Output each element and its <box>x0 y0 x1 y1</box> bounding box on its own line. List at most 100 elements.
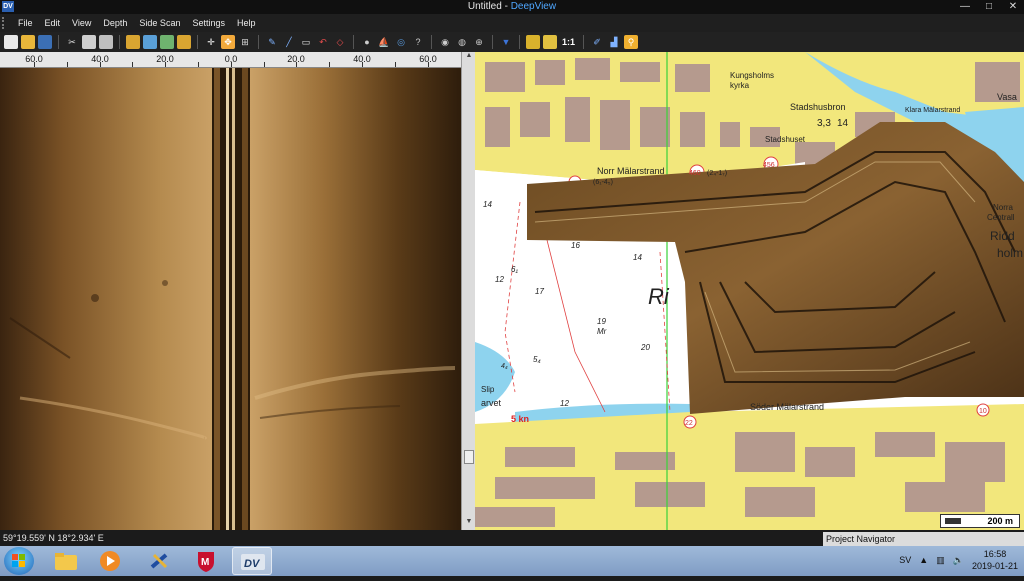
paste-icon[interactable] <box>99 35 113 49</box>
globe-icon[interactable]: ◍ <box>455 35 469 49</box>
tool-taskbar-button[interactable] <box>140 547 180 575</box>
toolbar-separator <box>519 35 520 49</box>
world-icon[interactable]: ⊕ <box>472 35 486 49</box>
map-label-ri: Ri <box>648 284 670 309</box>
toolbar-separator <box>119 35 120 49</box>
fit-page-icon[interactable] <box>543 35 557 49</box>
pencil-icon[interactable]: ✎ <box>265 35 279 49</box>
ruler-icon[interactable]: ✐ <box>590 35 604 49</box>
copy-icon[interactable] <box>82 35 96 49</box>
crosshair-icon[interactable]: ✛ <box>204 35 218 49</box>
map-label-holm: holm <box>997 246 1023 260</box>
scroll-down-icon[interactable]: ▼ <box>462 518 476 530</box>
map-label-mr: Mr <box>597 327 607 336</box>
network-icon[interactable]: ▥ <box>936 555 945 566</box>
project-navigator-tab[interactable]: Project Navigator <box>823 532 1024 546</box>
maximize-icon[interactable]: □ <box>982 0 996 14</box>
menu-file[interactable]: File <box>12 18 39 28</box>
title-prefix: Untitled - <box>467 1 511 12</box>
zoom-one-to-one-button[interactable]: 1:1 <box>560 37 577 47</box>
menu-bar: File Edit View Depth Side Scan Settings … <box>0 14 1024 32</box>
menu-view[interactable]: View <box>66 18 97 28</box>
new-file-icon[interactable] <box>4 35 18 49</box>
pan-icon[interactable]: ✥ <box>221 35 235 49</box>
undo-icon[interactable]: ↶ <box>316 35 330 49</box>
toolbar-separator <box>492 35 493 49</box>
scrollbar-thumb[interactable] <box>464 450 474 464</box>
save-icon[interactable] <box>38 35 52 49</box>
map-depth-20: 20 <box>640 343 650 352</box>
triangle-down-icon[interactable]: ▼ <box>499 35 513 49</box>
map-label-centrall: Centrall <box>987 213 1015 222</box>
map-depth-19: 19 <box>597 317 606 326</box>
system-tray: SV ▲ ▥ 🔈 16:58 2019-01-21 <box>899 548 1018 572</box>
rectangle-icon[interactable]: ▭ <box>299 35 313 49</box>
map-label-norra: Norra <box>993 203 1014 212</box>
vertical-scrollbar[interactable]: ▲ ▼ <box>461 52 475 530</box>
menu-settings[interactable]: Settings <box>186 18 231 28</box>
map-label-slip: Slip <box>481 385 495 394</box>
map-depth-6: 6₁ <box>511 265 518 274</box>
language-indicator[interactable]: SV <box>899 555 911 565</box>
start-button[interactable] <box>4 547 34 575</box>
mcafee-taskbar-button[interactable]: M <box>186 547 226 575</box>
layer-icon[interactable] <box>126 35 140 49</box>
map-depth-16: 16 <box>571 241 580 250</box>
clock[interactable]: 16:58 2019-01-21 <box>972 548 1018 572</box>
media-player-taskbar-button[interactable] <box>90 547 130 575</box>
help-icon[interactable]: ? <box>411 35 425 49</box>
sphere-icon[interactable]: ◉ <box>438 35 452 49</box>
tray-arrow-icon[interactable]: ▲ <box>919 555 928 565</box>
map-label-kyrka: kyrka <box>730 81 750 90</box>
image-icon[interactable] <box>160 35 174 49</box>
minimize-icon[interactable]: — <box>958 0 972 14</box>
delete-shape-icon[interactable]: ◇ <box>333 35 347 49</box>
windows-taskbar: M DV SV ▲ ▥ 🔈 16:58 2019-01-21 <box>0 546 1024 576</box>
windows-logo-icon <box>12 554 25 567</box>
map-depth-14b: 14 <box>633 253 642 262</box>
toolbar-separator <box>197 35 198 49</box>
explorer-taskbar-button[interactable] <box>46 547 86 575</box>
clock-time: 16:58 <box>983 549 1007 559</box>
title-bar: DV Untitled - DeepView — □ ✕ <box>0 0 1024 14</box>
volume-icon[interactable]: 🔈 <box>953 555 964 566</box>
toolbar-separator <box>258 35 259 49</box>
wrench-icon <box>150 553 168 569</box>
svg-text:DV: DV <box>244 558 261 570</box>
play-icon <box>100 551 120 571</box>
toolbar-separator <box>431 35 432 49</box>
search-icon[interactable]: ⚲ <box>624 35 639 49</box>
status-bar: 59°19.559' N 18°2.934' E Project Navigat… <box>0 530 1024 546</box>
shield-icon: M <box>198 552 214 572</box>
scale-bar-graphic <box>945 518 961 524</box>
deepview-taskbar-button[interactable]: DV <box>232 547 272 575</box>
fit-width-icon[interactable] <box>526 35 540 49</box>
target-icon[interactable]: ◎ <box>394 35 408 49</box>
cut-icon[interactable]: ✂ <box>65 35 79 49</box>
map-scale-label: 200 m <box>987 516 1013 526</box>
boat-icon[interactable]: ⛵ <box>377 35 391 49</box>
sonar-waterfall-image[interactable] <box>0 68 461 530</box>
menu-side-scan[interactable]: Side Scan <box>133 18 186 28</box>
map-depth-4: 4₄ <box>501 363 508 370</box>
grid-icon[interactable] <box>143 35 157 49</box>
menu-help[interactable]: Help <box>231 18 262 28</box>
window-title: Untitled - DeepView <box>0 1 1024 12</box>
map-scale-bar: 200 m <box>940 514 1020 528</box>
measure-icon[interactable]: ⊞ <box>238 35 252 49</box>
open-folder-icon[interactable] <box>21 35 35 49</box>
line-icon[interactable]: ╱ <box>282 35 296 49</box>
menu-edit[interactable]: Edit <box>39 18 67 28</box>
close-icon[interactable]: ✕ <box>1006 0 1020 14</box>
map-label-norr: Norr Mälarstrand <box>597 166 665 176</box>
columns-icon[interactable] <box>177 35 191 49</box>
menu-depth[interactable]: Depth <box>97 18 133 28</box>
map-label-kungsholms: Kungsholms <box>730 71 774 80</box>
chart-map-pane[interactable]: Kungsholms kyrka Stadshusbron Klara Mäla… <box>475 52 1024 530</box>
bar-chart-icon[interactable]: ▟ <box>607 35 621 49</box>
map-label-speed: 5 kn <box>511 414 529 424</box>
map-road-22: 22 <box>685 420 693 427</box>
map-label-klara: Klara Mälarstrand <box>905 107 960 114</box>
scroll-up-icon[interactable]: ▲ <box>462 52 476 64</box>
record-icon[interactable]: ● <box>360 35 374 49</box>
